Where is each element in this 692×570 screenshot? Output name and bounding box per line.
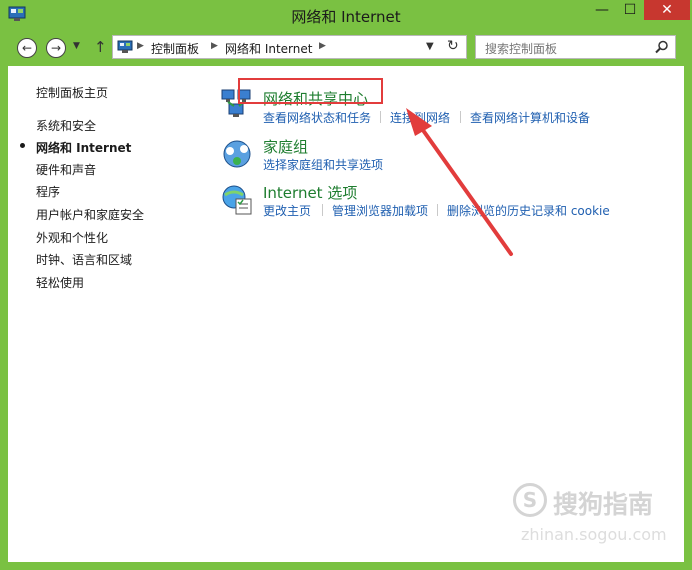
search-box[interactable]: 搜索控制面板 [475,35,676,59]
sidebar-item-system-security[interactable]: 系统和安全 [36,117,96,134]
link-separator [460,111,461,123]
breadcrumb-separator-icon[interactable]: ▶ [319,41,326,51]
sidebar-item-ease-of-access[interactable]: 轻松使用 [36,274,84,291]
minimize-button[interactable]: — [588,0,616,20]
link-separator [322,204,323,216]
navigation-bar: ← → ▼ ↑ ▶ 控制面板 ▶ 网络和 Internet ▶ ▼ ↻ 搜索控制… [0,30,692,66]
annotation-highlight-box [238,78,383,104]
current-item-bullet [20,143,25,148]
sidebar-item-hardware-sound[interactable]: 硬件和声音 [36,161,96,178]
control-panel-icon [117,40,133,53]
link-view-network-status[interactable]: 查看网络状态和任务 [263,109,371,126]
link-separator [437,204,438,216]
link-connect-to-network[interactable]: 连接到网络 [390,109,450,126]
internet-options-icon[interactable] [220,183,254,217]
up-button[interactable]: ↑ [94,38,107,56]
sogou-logo-icon: S [513,483,547,517]
sidebar-item-clock-language-region[interactable]: 时钟、语言和区域 [36,251,132,268]
breadcrumb-network-internet[interactable]: 网络和 Internet [225,40,312,57]
forward-button[interactable]: → [46,38,66,58]
link-separator [380,111,381,123]
address-bar[interactable]: ▶ 控制面板 ▶ 网络和 Internet ▶ ▼ ↻ [112,35,467,59]
arrow-left-icon: ← [21,41,33,55]
category-title-internet-options[interactable]: Internet 选项 [263,182,357,203]
link-homegroup-options[interactable]: 选择家庭组和共享选项 [263,156,383,173]
watermark-url: zhinan.sogou.com [521,525,667,544]
refresh-icon[interactable]: ↻ [447,38,459,54]
category-title-homegroup[interactable]: 家庭组 [263,136,308,157]
address-dropdown-icon[interactable]: ▼ [426,41,434,52]
back-button[interactable]: ← [17,38,37,58]
breadcrumb-separator-icon[interactable]: ▶ [137,41,144,51]
link-manage-browser-addons[interactable]: 管理浏览器加载项 [332,202,428,219]
sidebar-item-user-accounts[interactable]: 用户帐户和家庭安全 [36,206,144,223]
link-view-network-computers[interactable]: 查看网络计算机和设备 [470,109,590,126]
maximize-button[interactable]: ☐ [616,0,644,20]
title-bar[interactable]: 网络和 Internet — ☐ ✕ [0,0,692,30]
breadcrumb-control-panel[interactable]: 控制面板 [151,40,199,57]
search-icon[interactable] [655,40,669,54]
sidebar-item-programs[interactable]: 程序 [36,183,60,200]
link-change-home-page[interactable]: 更改主页 [263,202,311,219]
sidebar-item-appearance[interactable]: 外观和个性化 [36,229,108,246]
sidebar-item-network-internet: 网络和 Internet [36,141,132,155]
arrow-up-icon: ↑ [94,38,107,56]
arrow-right-icon: → [50,41,62,55]
watermark: S 搜狗指南 zhinan.sogou.com [513,481,678,553]
link-delete-browsing-history[interactable]: 删除浏览的历史记录和 cookie [447,202,610,219]
chevron-down-icon: ▼ [73,41,80,51]
sidebar-item-control-panel-home[interactable]: 控制面板主页 [36,84,108,101]
control-panel-window: 网络和 Internet — ☐ ✕ ← → ▼ ↑ ▶ 控制面板 ▶ 网络和 … [0,0,692,570]
close-button[interactable]: ✕ [644,0,690,20]
watermark-text: 搜狗指南 [553,490,654,519]
search-placeholder[interactable]: 搜索控制面板 [485,40,557,57]
content-area: 控制面板主页 系统和安全 网络和 Internet 硬件和声音 程序 用户帐户和… [8,66,684,562]
recent-locations-button[interactable]: ▼ [73,41,80,51]
homegroup-icon[interactable] [220,137,254,171]
breadcrumb-separator-icon[interactable]: ▶ [211,41,218,51]
